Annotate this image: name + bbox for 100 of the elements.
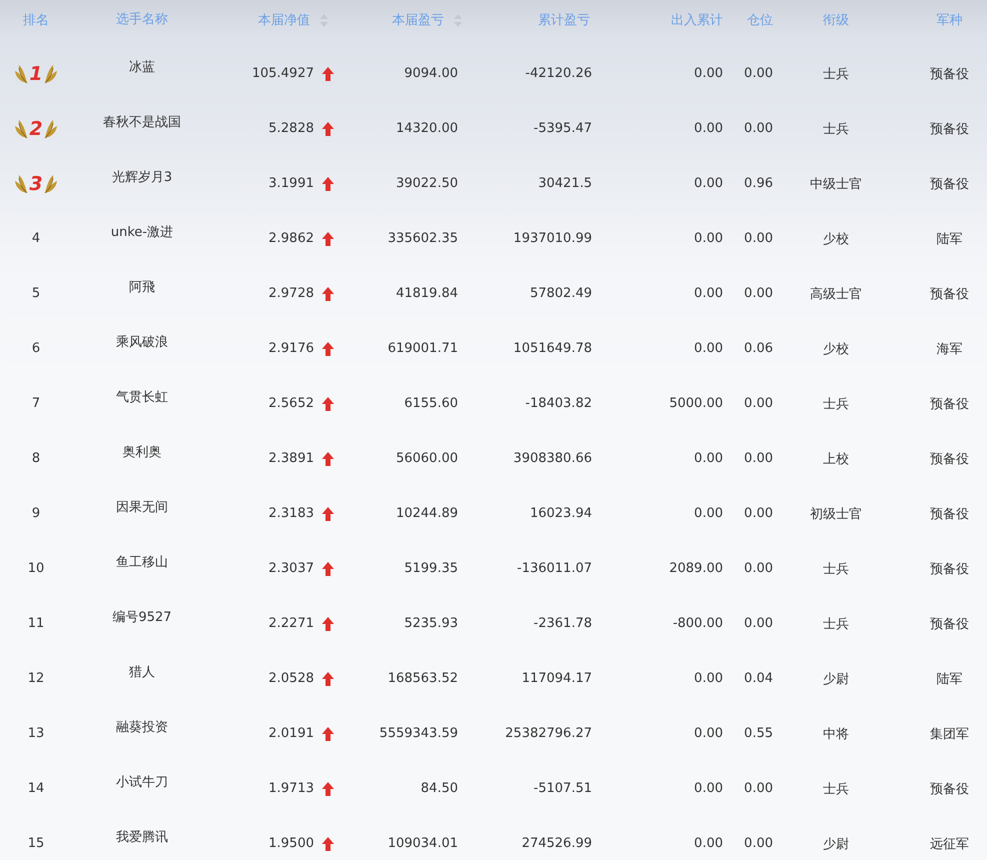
profit-value: 5199.35 bbox=[404, 561, 458, 576]
player-name[interactable]: 乘风破浪 bbox=[116, 332, 168, 350]
rank-title: 初级士官 bbox=[810, 506, 862, 522]
net-value: 2.3037 bbox=[268, 561, 314, 576]
rank-number: 12 bbox=[28, 671, 44, 686]
column-header: 仓位 bbox=[747, 12, 773, 29]
branch-label: 集团军 bbox=[930, 726, 969, 742]
net-value: 2.3891 bbox=[268, 451, 314, 466]
rank-title: 少校 bbox=[823, 230, 849, 248]
total-profit-value: 3908380.66 bbox=[513, 451, 592, 466]
total-profit-value: 30421.5 bbox=[538, 176, 592, 191]
position-value: 0.00 bbox=[744, 231, 773, 246]
flow-value: 2089.00 bbox=[669, 561, 723, 576]
rank-title: 士兵 bbox=[823, 616, 849, 632]
position-value: 0.00 bbox=[744, 396, 773, 411]
net-value: 5.2828 bbox=[268, 121, 314, 136]
rank-title: 中将 bbox=[823, 726, 849, 742]
flow-value: 0.00 bbox=[694, 726, 723, 741]
profit-value: 41819.84 bbox=[396, 286, 458, 301]
player-name[interactable]: 气贯长虹 bbox=[116, 388, 168, 406]
position-value: 0.00 bbox=[744, 66, 773, 81]
position-value: 0.00 bbox=[744, 616, 773, 631]
rank-title: 士兵 bbox=[823, 396, 849, 412]
position-value: 0.96 bbox=[744, 176, 773, 191]
flow-value: 0.00 bbox=[694, 286, 723, 301]
rank-number: 6 bbox=[32, 341, 40, 356]
rank-number: 14 bbox=[28, 781, 44, 796]
branch-label: 陆军 bbox=[936, 670, 962, 688]
player-name[interactable]: 猎人 bbox=[129, 662, 155, 680]
total-profit-value: 117094.17 bbox=[522, 671, 592, 686]
rank-title: 少尉 bbox=[823, 836, 849, 852]
rank-title: 少尉 bbox=[823, 670, 849, 688]
flow-value: 0.00 bbox=[694, 341, 723, 356]
flow-value: 0.00 bbox=[694, 176, 723, 191]
rank-title: 士兵 bbox=[823, 66, 849, 82]
position-value: 0.00 bbox=[744, 121, 773, 136]
profit-value: 39022.50 bbox=[396, 176, 458, 191]
branch-label: 预备役 bbox=[930, 560, 969, 578]
net-value: 2.0191 bbox=[268, 726, 314, 741]
branch-label: 预备役 bbox=[930, 506, 969, 522]
branch-label: 预备役 bbox=[930, 66, 969, 82]
flow-value: 5000.00 bbox=[669, 396, 723, 411]
player-name[interactable]: 编号9527 bbox=[112, 608, 172, 626]
profit-value: 5559343.59 bbox=[379, 726, 458, 741]
rank-number: 8 bbox=[32, 451, 40, 466]
rank-number: 4 bbox=[32, 231, 40, 246]
net-value: 1.9500 bbox=[268, 836, 314, 851]
rank-number: 5 bbox=[32, 286, 40, 301]
net-value: 2.5652 bbox=[268, 396, 314, 411]
position-value: 0.00 bbox=[744, 286, 773, 301]
rank-number: 1 bbox=[29, 62, 43, 84]
player-name[interactable]: 我爱腾讯 bbox=[116, 828, 168, 846]
net-value: 3.1991 bbox=[268, 176, 314, 191]
net-value: 105.4927 bbox=[252, 66, 314, 81]
flow-value: 0.00 bbox=[694, 836, 723, 851]
position-value: 0.55 bbox=[744, 726, 773, 741]
total-profit-value: -5107.51 bbox=[534, 781, 592, 796]
player-name[interactable]: 光辉岁月3 bbox=[112, 168, 172, 186]
net-value: 2.9176 bbox=[268, 341, 314, 356]
profit-value: 619001.71 bbox=[388, 341, 458, 356]
flow-value: 0.00 bbox=[694, 231, 723, 246]
laurel-icon bbox=[44, 118, 58, 140]
branch-label: 预备役 bbox=[930, 450, 969, 468]
net-value: 2.9862 bbox=[268, 231, 314, 246]
column-header: 选手名称 bbox=[116, 11, 168, 28]
player-name[interactable]: 鱼工移山 bbox=[116, 552, 168, 570]
flow-value: 0.00 bbox=[694, 671, 723, 686]
total-profit-value: 274526.99 bbox=[522, 836, 592, 851]
branch-label: 远征军 bbox=[930, 836, 969, 852]
player-name[interactable]: 阿飛 bbox=[129, 278, 155, 296]
flow-value: 0.00 bbox=[694, 121, 723, 136]
rank-number: 9 bbox=[32, 506, 40, 521]
branch-label: 预备役 bbox=[930, 120, 969, 138]
branch-label: 预备役 bbox=[930, 780, 969, 798]
profit-value: 14320.00 bbox=[396, 121, 458, 136]
player-name[interactable]: 融葵投资 bbox=[116, 718, 168, 736]
player-name[interactable]: 奥利奥 bbox=[122, 442, 162, 460]
profit-value: 56060.00 bbox=[396, 451, 458, 466]
rank-title: 士兵 bbox=[823, 120, 849, 138]
laurel-icon bbox=[44, 62, 58, 84]
total-profit-value: -2361.78 bbox=[534, 616, 592, 631]
laurel-icon bbox=[44, 172, 58, 194]
player-name[interactable]: 春秋不是战国 bbox=[103, 112, 181, 130]
profit-value: 335602.35 bbox=[388, 231, 458, 246]
profit-value: 10244.89 bbox=[396, 506, 458, 521]
total-profit-value: 1051649.78 bbox=[513, 341, 592, 356]
total-profit-value: 16023.94 bbox=[530, 506, 592, 521]
player-name[interactable]: 冰蓝 bbox=[129, 58, 155, 76]
profit-value: 6155.60 bbox=[404, 396, 458, 411]
flow-value: -800.00 bbox=[672, 616, 723, 631]
rank-number: 3 bbox=[29, 172, 43, 194]
column-header: 军种 bbox=[936, 12, 962, 29]
player-name[interactable]: 因果无间 bbox=[116, 498, 168, 516]
player-name[interactable]: 小试牛刀 bbox=[116, 772, 168, 790]
position-value: 0.04 bbox=[744, 671, 773, 686]
laurel-icon bbox=[14, 62, 28, 84]
total-profit-value: -18403.82 bbox=[525, 396, 592, 411]
player-name[interactable]: unke-激进 bbox=[110, 222, 174, 240]
profit-value: 168563.52 bbox=[388, 671, 458, 686]
profit-value: 109034.01 bbox=[388, 836, 458, 851]
